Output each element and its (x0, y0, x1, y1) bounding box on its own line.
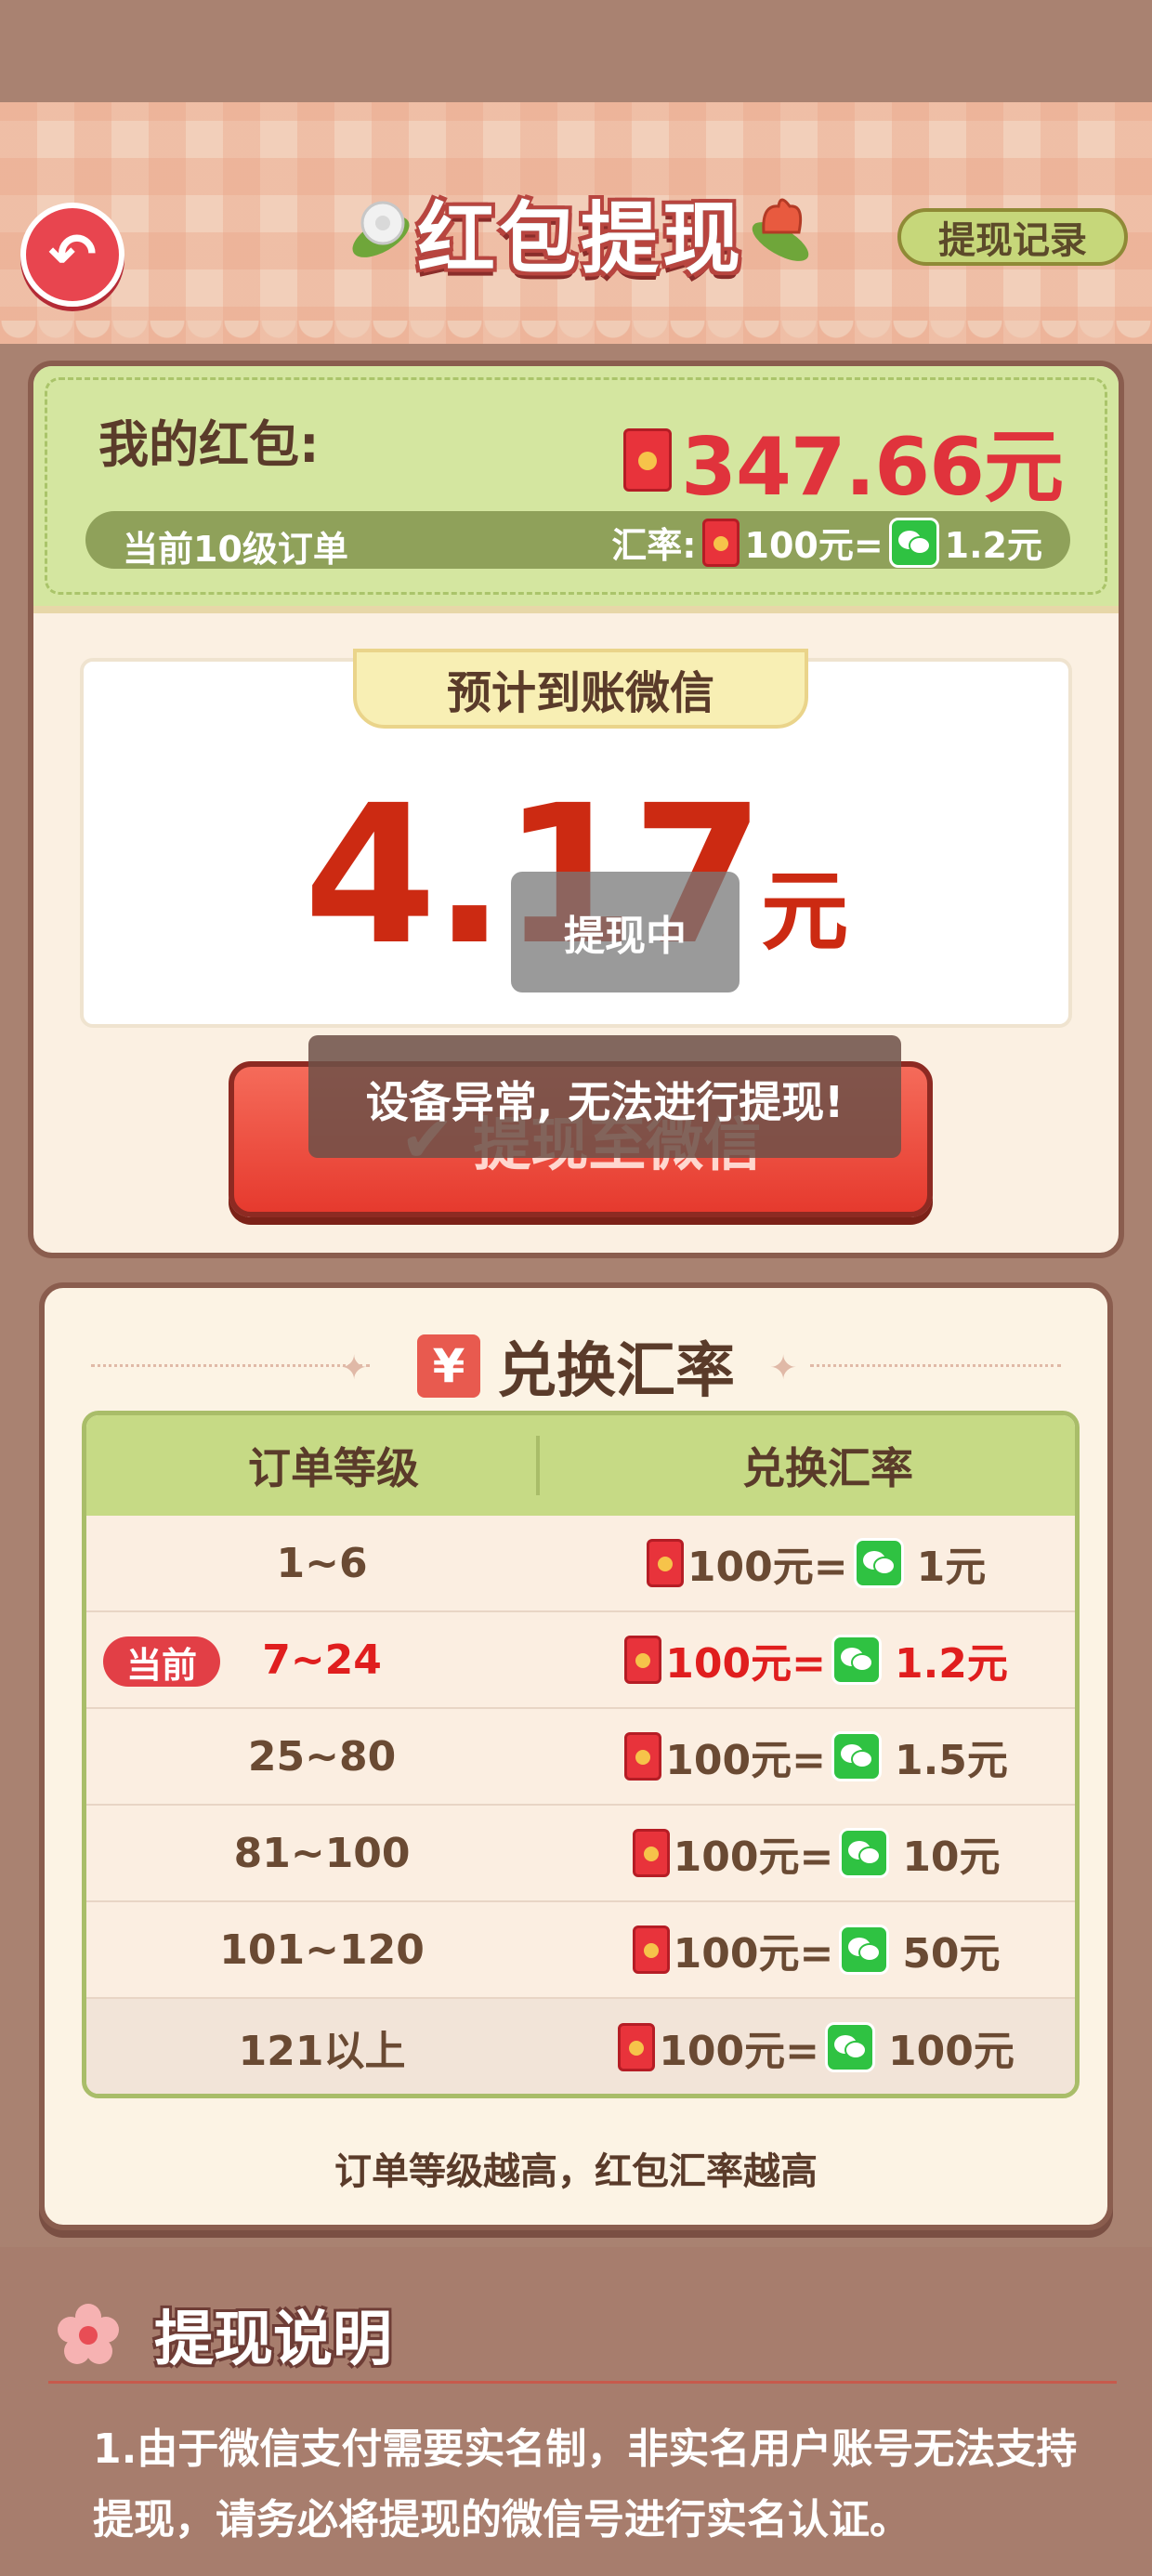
withdraw-instructions: 提现说明 1.由于微信支付需要实名制，非实名用户账号无法支持提现，请务必将提现的… (0, 2247, 1152, 2576)
rate-from: 100元= (744, 525, 884, 566)
row-level: 25~80 (247, 1732, 397, 1781)
wechat-icon (831, 1635, 882, 1685)
wallet-amount: 347.66元 (681, 421, 1064, 514)
tulip-decoration-icon (752, 198, 809, 261)
wallet-amount-group: 347.66元 (623, 401, 1064, 518)
order-level-bar: 当前10级订单 汇率: 100元= 1.2元 (85, 511, 1070, 570)
rate-footnote: 订单等级越高，红包汇率越高 (334, 2150, 818, 2193)
row-rate-to: 1元 (916, 1544, 987, 1591)
red-packet-icon (618, 2023, 656, 2071)
header-exchange-rate: 兑换汇率 (742, 1443, 913, 1493)
row-rate: 100元= 1元 (557, 1533, 1075, 1593)
current-level-badge: 当前 (103, 1636, 220, 1687)
red-packet-icon (632, 1925, 670, 1974)
row-level: 81~100 (233, 1829, 411, 1877)
row-rate: 100元= 10元 (557, 1823, 1075, 1883)
table-row: 当前 7~24 100元= 1.2元 (86, 1612, 1075, 1709)
expected-label: 预计到账微信 (353, 649, 808, 729)
instructions-title: 提现说明 (56, 2292, 392, 2377)
row-rate-from: 100元= (673, 1930, 834, 1978)
wechat-icon (853, 1538, 904, 1588)
processing-toast: 提现中 (511, 872, 740, 992)
table-row: 81~100 100元= 10元 (86, 1806, 1075, 1902)
expected-amount-unit: 元 (761, 861, 849, 963)
instructions-divider (48, 2381, 1117, 2384)
red-packet-icon (701, 518, 740, 567)
row-rate-to: 1.5元 (894, 1737, 1008, 1784)
table-row: 101~120 100元= 50元 (86, 1902, 1075, 1999)
back-arrow-icon: ↶ (48, 220, 97, 288)
wechat-icon (839, 1828, 890, 1878)
yen-icon: ¥ (417, 1334, 480, 1398)
page-title-group: 红包提现 (344, 149, 818, 288)
table-header: 订单等级 兑换汇率 (86, 1415, 1075, 1516)
exchange-rate-title: ¥ 兑换汇率 (45, 1329, 1107, 1406)
row-rate-to: 100元 (888, 2028, 1015, 2075)
row-level: 101~120 (219, 1925, 425, 1974)
rate-label: 汇率: (611, 525, 697, 566)
rate-to: 1.2元 (944, 525, 1042, 566)
red-packet-icon (646, 1539, 684, 1587)
row-rate-to: 50元 (902, 1930, 1001, 1978)
withdraw-record-button[interactable]: 提现记录 (897, 208, 1128, 266)
page-title: 红包提现 (416, 193, 744, 284)
table-row: 121以上 100元= 100元 (86, 1999, 1075, 2094)
status-bar-area (0, 0, 1152, 102)
row-rate-from: 100元= (673, 1833, 834, 1881)
instructions-title-text: 提现说明 (154, 2306, 392, 2374)
row-rate-to: 1.2元 (894, 1640, 1008, 1688)
wallet-label: 我的红包: (98, 415, 320, 474)
table-row: 25~80 100元= 1.5元 (86, 1709, 1075, 1806)
red-packet-icon (632, 1829, 670, 1877)
row-rate-from: 100元= (659, 2028, 819, 2075)
current-level-text: 当前10级订单 (123, 529, 348, 570)
red-packet-icon (624, 1636, 662, 1684)
row-rate-from: 100元= (665, 1737, 826, 1784)
flower-icon (58, 2304, 119, 2364)
instructions-text: 1.由于微信支付需要实名制，非实名用户账号无法支持提现，请务必将提现的微信号进行… (93, 2425, 1078, 2543)
header-scallop-edge (0, 321, 1152, 348)
header-order-level: 订单等级 (248, 1443, 419, 1493)
wechat-icon (831, 1731, 882, 1781)
current-rate: 汇率: 100元= 1.2元 (611, 517, 1042, 568)
wechat-icon (825, 2022, 875, 2072)
row-rate-to: 10元 (902, 1833, 1001, 1881)
table-row: 1~6 100元= 1元 (86, 1516, 1075, 1612)
row-rate-from: 100元= (665, 1640, 826, 1688)
red-packet-icon (623, 427, 673, 492)
row-rate: 100元= 1.2元 (557, 1630, 1075, 1689)
red-packet-icon (624, 1732, 662, 1781)
wechat-icon (839, 1925, 890, 1975)
exchange-rate-table: 订单等级 兑换汇率 1~6 100元= 1元 当前 7~24 100元= 1.2元 25~80… (82, 1411, 1080, 2098)
row-rate: 100元= 100元 (557, 2017, 1075, 2077)
row-rate-from: 100元= (687, 1544, 848, 1591)
exchange-rate-title-text: 兑换汇率 (497, 1337, 735, 1406)
row-level: 121以上 (238, 2028, 406, 2075)
error-toast: 设备异常, 无法进行提现! (308, 1035, 901, 1158)
row-level: 1~6 (276, 1539, 368, 1587)
header-divider (536, 1436, 540, 1495)
wallet-panel: 我的红包: 347.66元 当前10级订单 汇率: 100元= 1.2元 (33, 366, 1119, 613)
exchange-rate-card: ✦ ✦ ¥ 兑换汇率 订单等级 兑换汇率 1~6 100元= 1元 当前 7~24 100… (39, 1282, 1113, 2230)
wechat-icon (888, 517, 939, 568)
expected-amount-panel: 预计到账微信 4.17元 提现中 (80, 649, 1072, 1028)
row-rate: 100元= 1.5元 (557, 1727, 1075, 1786)
row-rate: 100元= 50元 (557, 1920, 1075, 1979)
back-button[interactable]: ↶ (20, 203, 124, 307)
